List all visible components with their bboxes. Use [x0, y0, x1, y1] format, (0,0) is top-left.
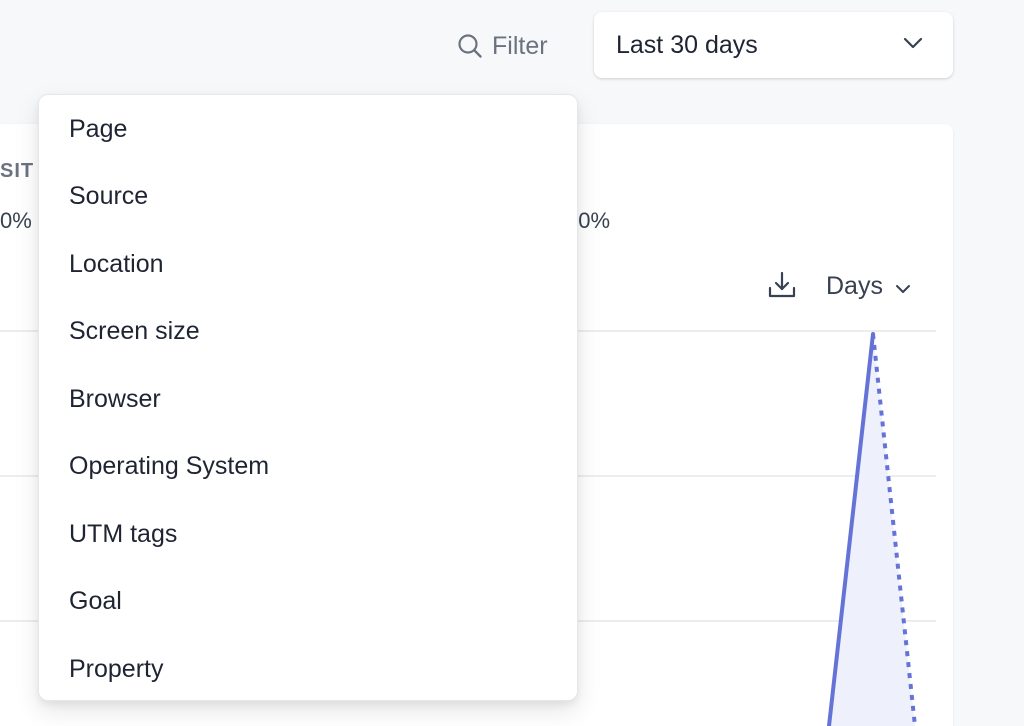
filter-option-location[interactable]: Location [69, 244, 549, 284]
filter-option-source[interactable]: Source [69, 176, 549, 216]
interval-select[interactable]: Days [826, 270, 911, 302]
filter-option-goal[interactable]: Goal [69, 581, 549, 621]
filter-option-page[interactable]: Page [69, 109, 549, 149]
filter-option-operating-system[interactable]: Operating System [69, 446, 549, 486]
chevron-down-icon [895, 272, 911, 301]
filter-option-property[interactable]: Property [69, 649, 549, 689]
interval-label: Days [826, 271, 883, 300]
filter-option-browser[interactable]: Browser [69, 379, 549, 419]
stat-change-visits: 0% [0, 208, 32, 233]
filter-option-utm-tags[interactable]: UTM tags [69, 514, 549, 554]
chevron-down-icon [903, 36, 923, 54]
chart-area-fill [829, 334, 915, 726]
search-icon [456, 32, 484, 60]
period-label: Last 30 days [616, 30, 758, 59]
stat-label-visits[interactable]: SIT [0, 160, 34, 183]
top-bar: Filter Last 30 days [0, 0, 1024, 92]
period-select[interactable]: Last 30 days [594, 12, 953, 78]
download-button[interactable] [767, 270, 797, 300]
download-icon [767, 271, 797, 304]
filter-option-screen-size[interactable]: Screen size [69, 311, 549, 351]
filter-dropdown-menu: Page Source Location Screen size Browser… [38, 94, 578, 701]
filter-button[interactable]: Filter [456, 30, 548, 62]
filter-label: Filter [492, 31, 548, 60]
